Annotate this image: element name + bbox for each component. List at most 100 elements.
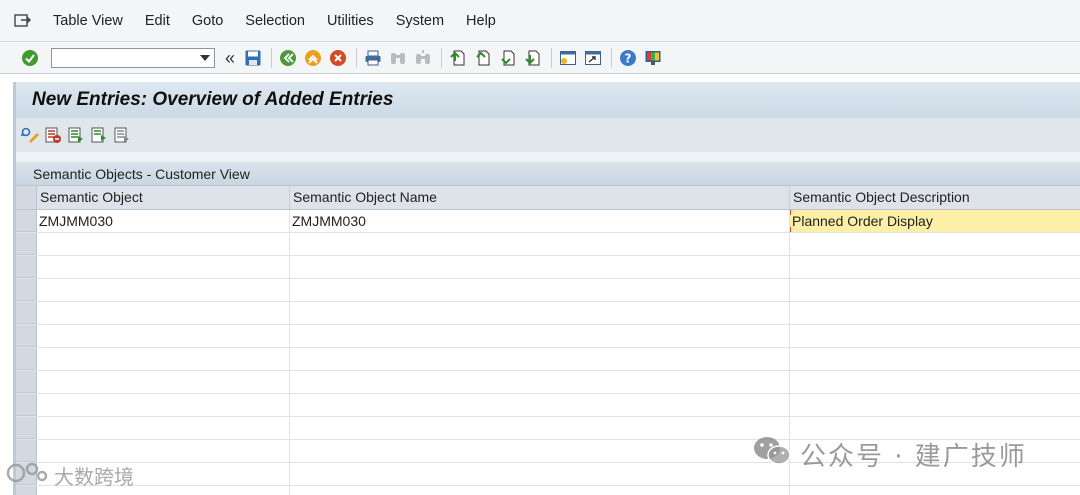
semantic-object-name-cell[interactable] bbox=[290, 371, 790, 393]
semantic-object-name-cell[interactable] bbox=[290, 233, 790, 255]
semantic-object-name-cell[interactable] bbox=[290, 348, 790, 370]
first-page-icon[interactable] bbox=[448, 48, 468, 68]
semantic-object-name-cell[interactable] bbox=[290, 440, 790, 462]
column-header-semantic-object[interactable]: Semantic Object bbox=[37, 186, 290, 209]
row-selector[interactable] bbox=[16, 233, 37, 255]
semantic-object-description-cell[interactable] bbox=[790, 348, 1080, 370]
semantic-object-name-cell[interactable] bbox=[290, 325, 790, 347]
toolbar-separator bbox=[441, 47, 443, 68]
application-toolbar bbox=[13, 118, 1080, 152]
semantic-object-cell[interactable] bbox=[37, 417, 290, 439]
find-icon[interactable] bbox=[388, 48, 408, 68]
watermark-left: 大数跨境 bbox=[6, 460, 134, 491]
row-selector[interactable] bbox=[16, 417, 37, 439]
display-change-icon[interactable] bbox=[20, 125, 40, 145]
row-selector[interactable] bbox=[16, 394, 37, 416]
semantic-object-cell[interactable] bbox=[37, 394, 290, 416]
semantic-object-cell[interactable] bbox=[37, 325, 290, 347]
menu-goto[interactable]: Goto bbox=[181, 0, 234, 42]
watermark-left-text: 大数跨境 bbox=[54, 465, 134, 489]
collapse-chevron[interactable]: « bbox=[225, 48, 235, 68]
semantic-object-name-cell[interactable] bbox=[290, 463, 790, 485]
menu-help[interactable]: Help bbox=[455, 0, 507, 42]
standard-toolbar: « ? bbox=[0, 42, 1080, 74]
table-row bbox=[16, 486, 1080, 495]
row-selector[interactable] bbox=[16, 279, 37, 301]
semantic-object-name-cell[interactable] bbox=[290, 486, 790, 495]
menu-utilities[interactable]: Utilities bbox=[316, 0, 385, 42]
menu-selection[interactable]: Selection bbox=[234, 0, 316, 42]
row-selector[interactable] bbox=[16, 302, 37, 324]
command-input[interactable] bbox=[52, 48, 192, 67]
content-gap bbox=[13, 152, 1080, 162]
exit-icon[interactable] bbox=[303, 48, 323, 68]
row-selector[interactable] bbox=[16, 371, 37, 393]
table-row bbox=[16, 325, 1080, 348]
toolbar-separator bbox=[271, 47, 273, 68]
row-selector[interactable] bbox=[16, 348, 37, 370]
cancel-icon[interactable] bbox=[328, 48, 348, 68]
select-block-icon[interactable] bbox=[89, 125, 109, 145]
table-row bbox=[16, 233, 1080, 256]
last-page-icon[interactable] bbox=[523, 48, 543, 68]
table-row bbox=[16, 348, 1080, 371]
menu-edit[interactable]: Edit bbox=[134, 0, 181, 42]
select-all-icon[interactable] bbox=[66, 125, 86, 145]
row-selector[interactable] bbox=[16, 440, 37, 462]
chevron-down-icon[interactable] bbox=[200, 54, 210, 61]
menu-table-view[interactable]: Table View bbox=[42, 0, 134, 42]
table-row bbox=[16, 302, 1080, 325]
previous-page-icon[interactable] bbox=[473, 48, 493, 68]
back-icon[interactable] bbox=[278, 48, 298, 68]
table-row: ZMJMM030 ZMJMM030 Planned Order Display bbox=[16, 210, 1080, 233]
semantic-object-name-cell[interactable] bbox=[290, 302, 790, 324]
table-header: Semantic Object Semantic Object Name Sem… bbox=[16, 186, 1080, 210]
semantic-object-name-cell[interactable] bbox=[290, 417, 790, 439]
column-header-semantic-object-description[interactable]: Semantic Object Description bbox=[790, 186, 1080, 209]
semantic-object-description-cell[interactable] bbox=[790, 325, 1080, 347]
delete-row-icon[interactable] bbox=[43, 125, 63, 145]
watermark-logo-icon bbox=[6, 460, 50, 491]
next-page-icon[interactable] bbox=[498, 48, 518, 68]
enter-checkmark-icon[interactable] bbox=[20, 48, 40, 68]
find-next-icon[interactable] bbox=[413, 48, 433, 68]
menu-system[interactable]: System bbox=[385, 0, 455, 42]
semantic-object-name-cell[interactable]: ZMJMM030 bbox=[290, 210, 790, 232]
semantic-object-description-cell[interactable] bbox=[790, 302, 1080, 324]
watermark-right-text: 公众号 · 建广技师 bbox=[800, 442, 1027, 472]
semantic-object-description-cell[interactable] bbox=[790, 279, 1080, 301]
semantic-object-description-cell[interactable] bbox=[790, 394, 1080, 416]
row-selector[interactable] bbox=[16, 210, 37, 232]
semantic-object-cell[interactable] bbox=[37, 371, 290, 393]
row-selector[interactable] bbox=[16, 325, 37, 347]
shortcut-icon[interactable] bbox=[583, 48, 603, 68]
semantic-object-cell[interactable] bbox=[37, 440, 290, 462]
semantic-object-cell[interactable] bbox=[37, 279, 290, 301]
semantic-object-name-cell[interactable] bbox=[290, 256, 790, 278]
semantic-object-description-cell[interactable] bbox=[790, 486, 1080, 495]
semantic-object-description-cell[interactable] bbox=[790, 256, 1080, 278]
customize-layout-icon[interactable] bbox=[643, 48, 663, 68]
semantic-object-cell[interactable] bbox=[37, 348, 290, 370]
semantic-object-cell[interactable] bbox=[37, 233, 290, 255]
save-icon[interactable] bbox=[243, 48, 263, 68]
new-session-icon[interactable] bbox=[558, 48, 578, 68]
toolbar-separator bbox=[356, 47, 358, 68]
help-icon[interactable]: ? bbox=[618, 48, 638, 68]
semantic-object-cell[interactable]: ZMJMM030 bbox=[37, 210, 290, 232]
column-header-semantic-object-name[interactable]: Semantic Object Name bbox=[290, 186, 790, 209]
semantic-object-description-cell[interactable] bbox=[790, 371, 1080, 393]
row-selector[interactable] bbox=[16, 256, 37, 278]
semantic-object-description-cell[interactable] bbox=[790, 233, 1080, 255]
select-all-cell[interactable] bbox=[16, 186, 37, 209]
wechat-icon bbox=[752, 434, 792, 475]
semantic-object-description-cell[interactable]: Planned Order Display bbox=[790, 210, 1080, 232]
command-field[interactable] bbox=[51, 47, 215, 68]
semantic-object-cell[interactable] bbox=[37, 302, 290, 324]
semantic-object-cell[interactable] bbox=[37, 256, 290, 278]
semantic-object-name-cell[interactable] bbox=[290, 394, 790, 416]
deselect-all-icon[interactable] bbox=[112, 125, 132, 145]
semantic-object-name-cell[interactable] bbox=[290, 279, 790, 301]
menu-exit-icon[interactable] bbox=[12, 10, 34, 32]
print-icon[interactable] bbox=[363, 48, 383, 68]
